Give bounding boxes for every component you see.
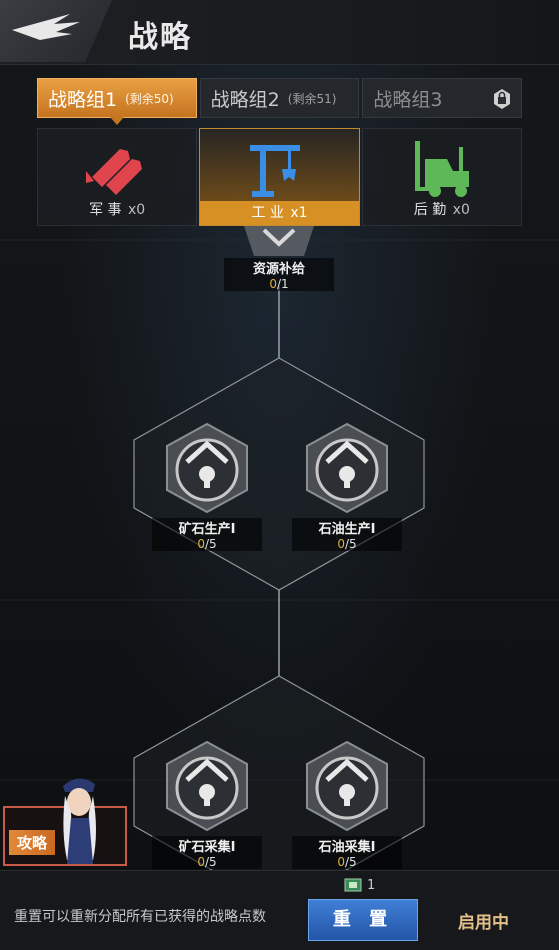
- header-bar: 战略: [0, 0, 559, 65]
- guide-label: 攻略: [9, 830, 56, 855]
- node-progress: 0/5: [152, 855, 262, 869]
- category-count: x1: [290, 205, 308, 221]
- chip-icon: [344, 878, 362, 892]
- node-progress-total: /5: [204, 855, 217, 869]
- node-label: 矿石生产Ⅰ: [152, 518, 262, 537]
- locked-node-icon: [166, 740, 248, 832]
- crane-icon: [250, 145, 301, 197]
- tab-strategy-group-1[interactable]: 战略组1 (剩余50): [37, 78, 197, 125]
- category-logistics[interactable]: 后 勤 x0: [361, 128, 522, 226]
- missile-icon: [86, 149, 143, 195]
- category-count: x0: [452, 202, 470, 218]
- eagle-logo-icon: [12, 14, 80, 40]
- strategy-points: 1: [342, 876, 375, 894]
- back-button[interactable]: [0, 0, 112, 62]
- enabled-status[interactable]: 启用中: [458, 908, 509, 933]
- node-progress-total: /5: [344, 855, 357, 869]
- page-title: 战略: [128, 20, 192, 55]
- node-progress-total: /5: [344, 537, 357, 551]
- tab-label: 战略组1: [48, 88, 118, 111]
- category-industry[interactable]: 工 业 x1: [199, 128, 360, 226]
- node-progress-current: 0: [269, 277, 277, 291]
- node-progress-total: /1: [276, 277, 289, 291]
- node-progress-current: 0: [337, 537, 345, 551]
- node-resource-supply[interactable]: 资源补给 0/1: [224, 226, 334, 291]
- category-name: 军 事: [89, 202, 122, 218]
- reset-button[interactable]: 重 置: [308, 899, 418, 941]
- node-ore-collection[interactable]: 矿石采集Ⅰ 0/5: [152, 740, 262, 869]
- node-progress-current: 0: [197, 855, 205, 869]
- node-progress: 0/1: [224, 277, 334, 291]
- node-label: 矿石采集Ⅰ: [152, 836, 262, 855]
- node-progress: 0/5: [292, 537, 402, 551]
- node-progress-current: 0: [337, 855, 345, 869]
- strategy-group-tabs: 战略组1 (剩余50) 战略组2 (剩余51) 战略组3: [37, 78, 523, 125]
- category-name: 工 业: [251, 205, 284, 221]
- node-label: 资源补给: [224, 258, 334, 277]
- category-bar: 军 事 x0 工 业 x1 后 勤 x0: [37, 128, 522, 226]
- node-label: 石油生产Ⅰ: [292, 518, 402, 537]
- node-progress-total: /5: [204, 537, 217, 551]
- node-progress: 0/5: [152, 537, 262, 551]
- node-progress: 0/5: [292, 855, 402, 869]
- node-ore-production[interactable]: 矿石生产Ⅰ 0/5: [152, 422, 262, 551]
- points-count: 1: [367, 877, 376, 893]
- tab-strategy-group-3[interactable]: 战略组3: [362, 78, 523, 118]
- tab-strategy-group-2[interactable]: 战略组2 (剩余51): [199, 78, 360, 118]
- node-oil-collection[interactable]: 石油采集Ⅰ 0/5: [292, 740, 402, 869]
- reset-hint: 重置可以重新分配所有已获得的战略点数: [14, 909, 266, 925]
- tab-label: 战略组3: [373, 88, 443, 111]
- tab-label: 战略组2: [210, 88, 280, 111]
- locked-node-icon: [166, 422, 248, 514]
- locked-node-icon: [306, 740, 388, 832]
- guide-button[interactable]: 攻略: [3, 772, 127, 866]
- category-label: 工 业 x1: [200, 201, 359, 225]
- node-progress-current: 0: [197, 537, 205, 551]
- lock-icon: [494, 89, 511, 109]
- node-label: 石油采集Ⅰ: [292, 836, 402, 855]
- forklift-icon: [414, 141, 469, 197]
- locked-node-icon: [306, 422, 388, 514]
- node-emblem-icon: [244, 226, 314, 256]
- category-count: x0: [128, 202, 146, 218]
- tab-remaining: (剩余50): [125, 91, 174, 106]
- tab-remaining: (剩余51): [287, 91, 337, 106]
- category-military[interactable]: 军 事 x0: [37, 128, 198, 226]
- category-name: 后 勤: [413, 202, 447, 218]
- node-oil-production[interactable]: 石油生产Ⅰ 0/5: [292, 422, 402, 551]
- category-label: 军 事 x0: [38, 199, 196, 219]
- category-label: 后 勤 x0: [363, 199, 521, 219]
